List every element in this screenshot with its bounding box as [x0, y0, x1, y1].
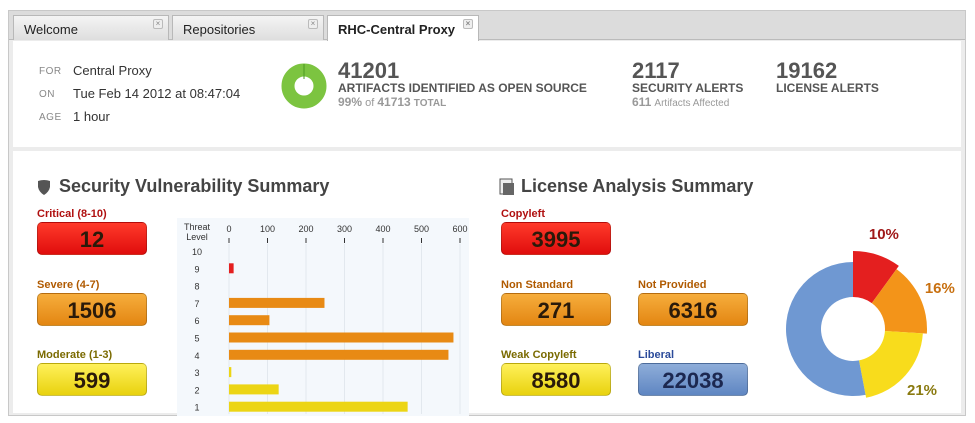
artifacts-stat: 41201 ARTIFACTS IDENTIFIED AS OPEN SOURC…: [338, 58, 587, 110]
age-value: 1 hour: [73, 109, 110, 124]
weak-box[interactable]: 8580: [501, 363, 611, 396]
liberal-box[interactable]: 22038: [638, 363, 748, 396]
bar: [229, 332, 454, 343]
notprov-count: 6316: [668, 298, 718, 323]
tab-rhc-central-proxy[interactable]: RHC-Central Proxy ×: [327, 15, 479, 41]
document-icon: [499, 178, 514, 195]
bar: [229, 401, 408, 412]
y-tick-label: 3: [194, 368, 199, 378]
x-tick-label: 200: [298, 224, 313, 234]
moderate-count: 599: [73, 368, 111, 393]
tab-repositories[interactable]: Repositories ×: [172, 15, 324, 40]
of-text: of: [365, 97, 375, 109]
weak-count: 8580: [531, 368, 581, 393]
license-alerts-stat: 19162 LICENSE ALERTS: [776, 58, 879, 96]
artifacts-donut-icon: [281, 63, 327, 109]
shield-icon: [38, 180, 50, 195]
copyleft-box[interactable]: 3995: [501, 222, 611, 255]
security-count: 2117: [632, 58, 680, 83]
nonstd-count: 271: [537, 298, 575, 323]
severe-count-box[interactable]: 1506: [37, 293, 147, 326]
on-value: Tue Feb 14 2012 at 08:47:04: [73, 86, 241, 101]
tab-label: RHC-Central Proxy: [338, 22, 456, 37]
notprov-box[interactable]: 6316: [638, 293, 748, 326]
y-tick-label: 1: [194, 403, 199, 413]
license-count: 19162: [776, 58, 838, 83]
license-title: License Analysis Summary: [521, 176, 754, 196]
y-axis-label: Threat: [184, 222, 211, 232]
x-tick-label: 0: [226, 224, 231, 234]
summary-header: FOR Central Proxy ON Tue Feb 14 2012 at 08…: [13, 41, 961, 147]
y-tick-label: 8: [194, 282, 199, 292]
nonstd-label: Non Standard: [501, 279, 574, 291]
tab-label: Repositories: [183, 22, 256, 37]
y-tick-label: 7: [194, 299, 199, 309]
x-tick-label: 100: [260, 224, 275, 234]
license-donut-chart: 10% 16% 21%: [786, 226, 955, 399]
security-alerts-stat: 2117 SECURITY ALERTS 611 Artifacts Affec…: [632, 58, 744, 110]
liberal-label: Liberal: [638, 349, 675, 361]
critical-label: Critical (8-10): [37, 208, 107, 220]
security-label: SECURITY ALERTS: [632, 81, 744, 95]
x-tick-label: 600: [452, 224, 467, 234]
affected-count: 611: [632, 95, 652, 109]
x-tick-label: 500: [414, 224, 429, 234]
severe-count: 1506: [67, 298, 117, 323]
severe-label: Severe (4-7): [37, 279, 100, 291]
affected-label: Artifacts Affected: [654, 98, 730, 109]
report-meta: FOR Central Proxy ON Tue Feb 14 2012 at 08…: [39, 63, 240, 132]
bar: [229, 297, 325, 308]
bar: [229, 315, 270, 326]
close-icon[interactable]: ×: [153, 19, 163, 29]
y-axis-label: Level: [186, 232, 208, 242]
nonstd-box[interactable]: 271: [501, 293, 611, 326]
liberal-count: 22038: [662, 368, 724, 393]
close-icon[interactable]: ×: [308, 19, 318, 29]
x-tick-label: 300: [337, 224, 352, 234]
critical-count: 12: [79, 227, 105, 252]
weak-label: Weak Copyleft: [501, 349, 577, 361]
artifacts-label: ARTIFACTS IDENTIFIED AS OPEN SOURCE: [338, 81, 587, 95]
y-tick-label: 2: [194, 385, 199, 395]
y-tick-label: 6: [194, 316, 199, 326]
y-tick-label: 5: [194, 334, 199, 344]
critical-count-box[interactable]: 12: [37, 222, 147, 255]
artifacts-count: 41201: [338, 58, 400, 83]
y-tick-label: 10: [192, 247, 202, 257]
pie-label: 21%: [907, 382, 937, 399]
age-key: AGE: [39, 112, 62, 123]
x-tick-label: 400: [375, 224, 390, 234]
for-key: FOR: [39, 66, 62, 77]
bar: [229, 263, 234, 274]
artifacts-total: 41713: [377, 95, 411, 109]
moderate-count-box[interactable]: 599: [37, 363, 147, 396]
tab-bar: Welcome × Repositories × RHC-Central Proxy…: [9, 11, 965, 41]
for-value: Central Proxy: [73, 63, 152, 78]
license-label: LICENSE ALERTS: [776, 81, 879, 95]
tab-welcome[interactable]: Welcome ×: [13, 15, 169, 40]
window: Welcome × Repositories × RHC-Central Proxy…: [8, 10, 966, 416]
summary-main: Security Vulnerability Summary Critical …: [13, 151, 961, 416]
threat-level-chart: Threat Level 0 100 200 300 400 500 600 10 9 8 7 6 5 4 3 2…: [177, 218, 469, 416]
bar: [229, 384, 279, 395]
close-icon[interactable]: ×: [463, 19, 473, 29]
bar: [229, 349, 449, 360]
y-tick-label: 4: [194, 351, 199, 361]
copyleft-count: 3995: [531, 227, 581, 252]
vuln-title: Security Vulnerability Summary: [59, 176, 330, 196]
on-key: ON: [39, 89, 55, 100]
y-tick-label: 9: [194, 264, 199, 274]
pie-label: 16%: [925, 280, 955, 297]
copyleft-label: Copyleft: [501, 208, 545, 220]
moderate-label: Moderate (1-3): [37, 349, 113, 361]
pie-label: 10%: [869, 226, 899, 243]
notprov-label: Not Provided: [638, 279, 707, 291]
bar: [229, 367, 232, 378]
artifacts-pct: 99%: [338, 95, 363, 109]
tab-label: Welcome: [24, 22, 78, 37]
total-label: TOTAL: [413, 98, 447, 109]
